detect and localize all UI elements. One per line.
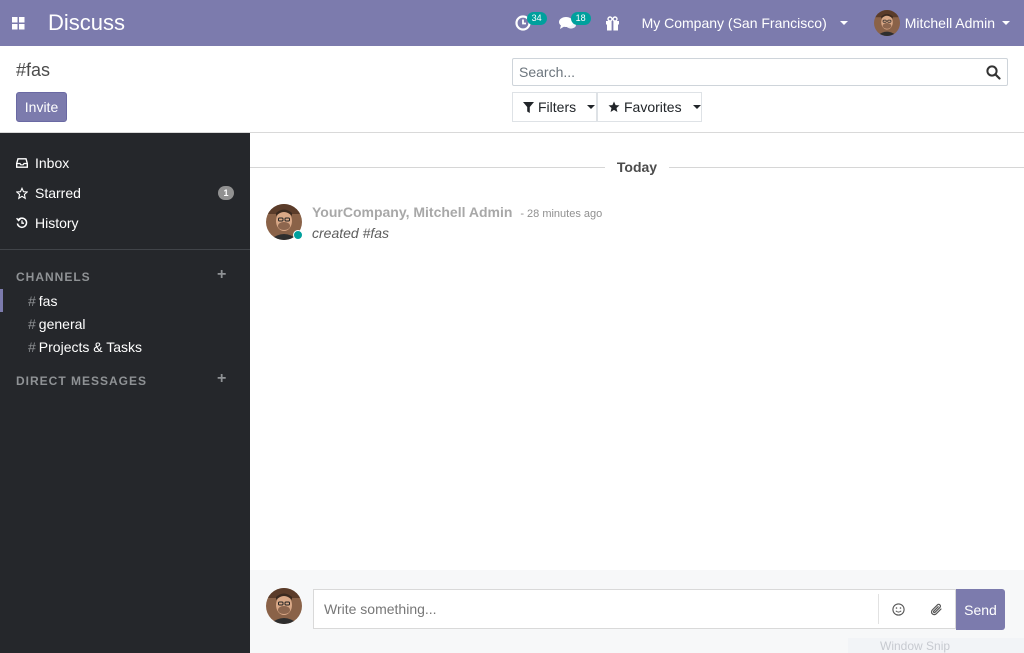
- date-label: Today: [616, 159, 658, 175]
- channel-label: fas: [38, 292, 58, 309]
- avatar: [266, 588, 302, 624]
- user-name: Mitchell Admin: [904, 15, 995, 31]
- chevron-down-icon: [1002, 21, 1010, 25]
- favorites-label: Favorites: [624, 99, 682, 115]
- chevron-down-icon: [839, 21, 848, 25]
- search-box: [512, 58, 1008, 86]
- filter-icon: [523, 101, 534, 113]
- company-switcher[interactable]: My Company (San Francisco): [630, 0, 860, 46]
- channel-item-projects-tasks[interactable]: # Projects & Tasks: [0, 335, 250, 358]
- separator-line: [669, 166, 1024, 168]
- paperclip-icon: [930, 603, 943, 616]
- channel-item-general[interactable]: # general: [0, 312, 250, 335]
- sidebar-divider: [0, 249, 250, 250]
- sidebar-item-label: Starred: [35, 185, 81, 201]
- channel-label: general: [38, 315, 86, 332]
- discuss-sidebar: Inbox Starred 1 History CHANNELS + # fas…: [0, 133, 250, 653]
- history-icon: [16, 217, 28, 229]
- message-author[interactable]: YourCompany, Mitchell Admin: [312, 204, 512, 220]
- sidebar-item-inbox[interactable]: Inbox: [0, 148, 250, 178]
- message-item: YourCompany, Mitchell Admin - 28 minutes…: [266, 204, 1006, 244]
- date-separator: Today: [250, 158, 1024, 176]
- star-icon: [16, 186, 28, 200]
- channel-item-fas[interactable]: # fas: [0, 289, 250, 312]
- emoji-button[interactable]: [879, 590, 917, 628]
- channels-header[interactable]: CHANNELS: [16, 270, 91, 284]
- hash-icon: #: [28, 292, 36, 309]
- messages-menu-button[interactable]: 18: [549, 0, 591, 46]
- separator-line: [250, 166, 605, 168]
- app-title: Discuss: [48, 10, 126, 35]
- invite-button[interactable]: Invite: [16, 92, 67, 122]
- message-date: - 28 minutes ago: [520, 208, 603, 220]
- favorites-button[interactable]: Favorites: [597, 92, 702, 122]
- inbox-icon: [16, 158, 28, 168]
- star-filled-icon: [608, 101, 620, 113]
- composer-input-box: [313, 589, 956, 629]
- top-navbar: Discuss 34 18 My Company (San Francisco): [0, 0, 1024, 46]
- window-snip-overlay: Window Snip: [848, 638, 1024, 653]
- company-name: My Company (San Francisco): [641, 15, 827, 31]
- message-input[interactable]: [314, 590, 878, 628]
- hash-icon: #: [28, 315, 36, 332]
- activity-menu-button[interactable]: 34: [505, 0, 547, 46]
- sidebar-item-starred[interactable]: Starred 1: [0, 178, 250, 208]
- chevron-down-icon: [587, 105, 596, 109]
- filters-label: Filters: [538, 99, 577, 115]
- add-channel-button[interactable]: +: [217, 266, 226, 284]
- messages-count-badge: 18: [570, 12, 591, 25]
- gift-button[interactable]: [595, 0, 630, 46]
- sidebar-item-history[interactable]: History: [0, 208, 250, 238]
- search-input[interactable]: [513, 59, 979, 85]
- user-menu[interactable]: Mitchell Admin: [860, 0, 1024, 46]
- message-thread: Today YourCompany, Mitchell Admin - 28 m…: [250, 133, 1024, 570]
- activity-count-badge: 34: [526, 12, 547, 25]
- avatar: [873, 10, 900, 36]
- search-icon[interactable]: [979, 64, 1007, 80]
- apps-menu-button[interactable]: [2, 0, 34, 46]
- direct-messages-header[interactable]: DIRECT MESSAGES: [16, 374, 147, 388]
- control-panel: #fas Invite Filters Favorites: [0, 46, 1024, 133]
- smiley-icon: [891, 602, 905, 616]
- chevron-down-icon: [692, 105, 701, 109]
- message-body: created #fas: [312, 225, 390, 241]
- sidebar-item-label: Inbox: [35, 155, 70, 171]
- starred-count-badge: 1: [218, 186, 234, 200]
- channel-label: Projects & Tasks: [38, 338, 143, 355]
- sidebar-item-label: History: [35, 215, 79, 231]
- apps-grid-icon: [11, 16, 25, 30]
- add-direct-message-button[interactable]: +: [217, 370, 226, 388]
- message-header: YourCompany, Mitchell Admin - 28 minutes…: [312, 204, 602, 220]
- gift-icon: [605, 15, 620, 31]
- send-button[interactable]: Send: [956, 589, 1005, 630]
- filters-button[interactable]: Filters: [512, 92, 597, 122]
- online-status-icon: [293, 230, 303, 240]
- breadcrumb: #fas: [16, 60, 51, 80]
- hash-icon: #: [28, 338, 36, 355]
- attachment-button[interactable]: [917, 590, 955, 628]
